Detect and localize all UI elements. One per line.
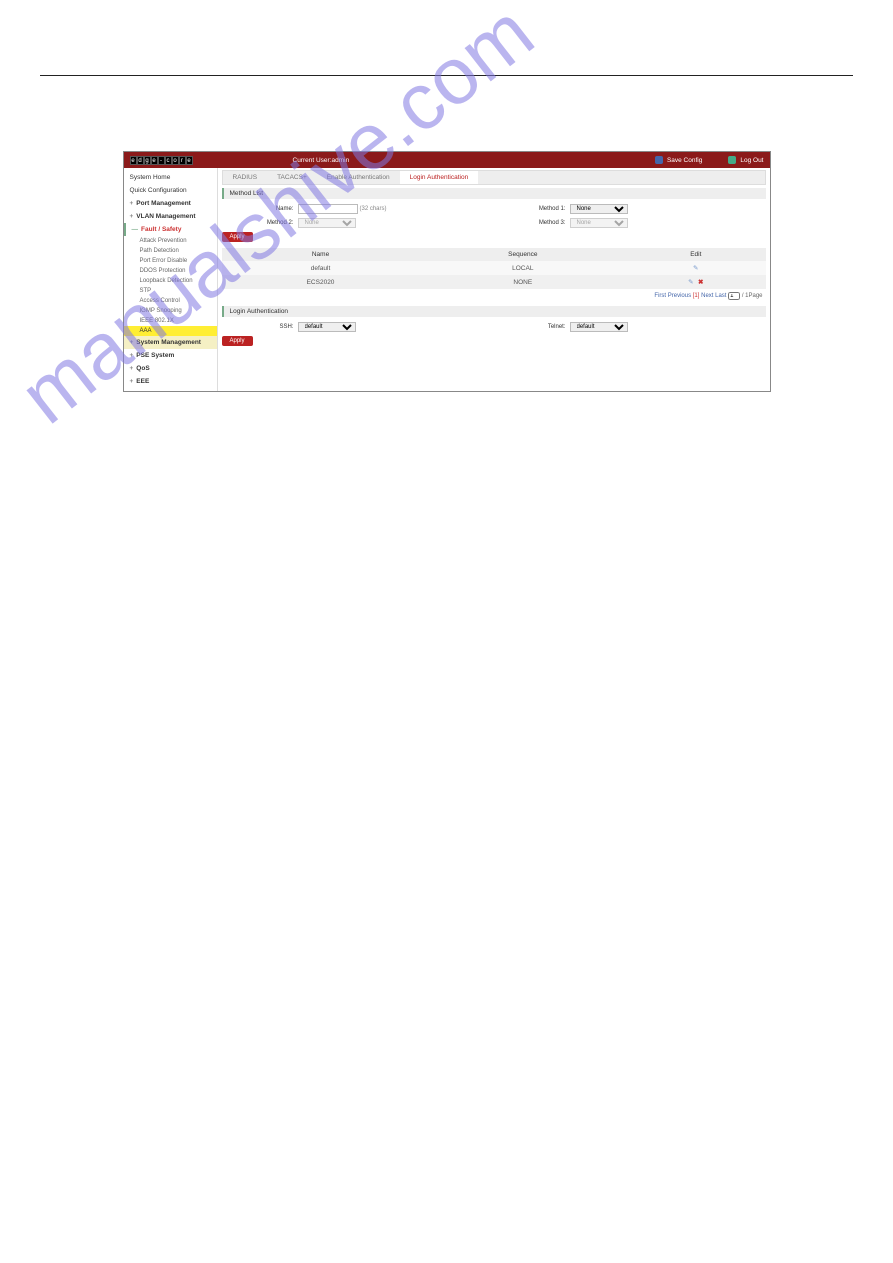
sidebar-item-qos[interactable]: +QoS	[124, 362, 217, 375]
th-name: Name	[222, 248, 420, 261]
edit-icon[interactable]: ✎	[692, 264, 700, 272]
tab-tacacs[interactable]: TACACS+	[267, 171, 317, 184]
logout-link[interactable]: Log Out	[740, 157, 763, 164]
select-method2: None	[298, 218, 356, 228]
sidebar: System Home Quick Configuration +Port Ma…	[124, 168, 218, 391]
sidebar-item-vlan-mgmt[interactable]: +VLAN Management	[124, 210, 217, 223]
brand-char: d	[137, 156, 144, 165]
main-panel: RADIUS TACACS+ Enable Authentication Log…	[218, 168, 770, 391]
sidebar-sub-stp[interactable]: STP	[124, 286, 217, 296]
pager-page-input[interactable]	[728, 292, 740, 300]
pager-last[interactable]: Last	[715, 293, 726, 299]
cell-sequence: NONE	[420, 275, 627, 289]
brand-char: -	[158, 156, 165, 165]
sidebar-sub-igmp-snooping[interactable]: IGMP Snooping	[124, 306, 217, 316]
cell-name: ECS2020	[222, 275, 420, 289]
brand-char: o	[172, 156, 179, 165]
pager-next[interactable]: Next	[701, 293, 713, 299]
th-sequence: Sequence	[420, 248, 627, 261]
label-method1: Method 1:	[494, 206, 570, 212]
table-row: ECS2020 NONE ✎ ✖	[222, 275, 766, 289]
sidebar-sub-port-error-disable[interactable]: Port Error Disable	[124, 256, 217, 266]
input-name[interactable]	[298, 204, 358, 214]
label-name: Name:	[222, 206, 298, 212]
edit-icon[interactable]: ✎	[687, 278, 695, 286]
current-user-label: Current User:admin	[293, 157, 350, 164]
pager-perpage: / 1Page	[742, 293, 763, 299]
sidebar-sub-access-control[interactable]: Access Control	[124, 296, 217, 306]
select-method3: None	[570, 218, 628, 228]
name-hint: (32 chars)	[360, 206, 387, 212]
section-method-list: Method List	[222, 188, 766, 199]
sidebar-item-eee[interactable]: +EEE	[124, 375, 217, 388]
cell-name: default	[222, 261, 420, 275]
section-login-auth: Login Authentication	[222, 306, 766, 317]
brand-char: g	[144, 156, 151, 165]
tab-enable-auth[interactable]: Enable Authentication	[317, 171, 400, 184]
select-method1[interactable]: None	[570, 204, 628, 214]
sidebar-item-system-mgmt[interactable]: +System Management	[124, 336, 217, 349]
label-method2: Method 2:	[222, 220, 298, 226]
sidebar-item-pse-system[interactable]: +PSE System	[124, 349, 217, 362]
method-list-table: Name Sequence Edit default LOCAL ✎ ECS20…	[222, 248, 766, 289]
apply-button-loginauth[interactable]: Apply	[222, 336, 253, 346]
pager-current: [1]	[693, 293, 700, 299]
brand-logo: e d g e - c o r e	[130, 156, 193, 165]
sidebar-item-system-home[interactable]: System Home	[124, 171, 217, 184]
label-method3: Method 3:	[494, 220, 570, 226]
select-telnet[interactable]: default	[570, 322, 628, 332]
brand-char: e	[151, 156, 158, 165]
tabs: RADIUS TACACS+ Enable Authentication Log…	[222, 170, 766, 185]
sidebar-item-port-mgmt[interactable]: +Port Management	[124, 197, 217, 210]
apply-button-methodlist[interactable]: Apply	[222, 232, 253, 242]
tab-radius[interactable]: RADIUS	[223, 171, 268, 184]
brand-char: e	[186, 156, 193, 165]
brand-char: e	[130, 156, 137, 165]
sidebar-sub-ddos-protection[interactable]: DDOS Protection	[124, 266, 217, 276]
sidebar-sub-aaa[interactable]: AAA	[124, 326, 217, 336]
pager-previous[interactable]: Previous	[668, 293, 691, 299]
sidebar-sub-loopback-detection[interactable]: Loopback Detection	[124, 276, 217, 286]
pager-first[interactable]: First	[654, 293, 666, 299]
sidebar-sub-path-detection[interactable]: Path Detection	[124, 246, 217, 256]
table-row: default LOCAL ✎	[222, 261, 766, 275]
label-telnet: Telnet:	[494, 324, 570, 330]
brand-char: c	[165, 156, 172, 165]
save-config-link[interactable]: Save Config	[667, 157, 702, 164]
label-ssh: SSH:	[222, 324, 298, 330]
sidebar-item-quick-config[interactable]: Quick Configuration	[124, 184, 217, 197]
sidebar-sub-ieee-8021x[interactable]: IEEE 802.1X	[124, 316, 217, 326]
save-icon	[655, 156, 663, 164]
logout-icon	[728, 156, 736, 164]
device-window: e d g e - c o r e Current User:admin Sav…	[123, 151, 771, 392]
tab-login-auth[interactable]: Login Authentication	[400, 171, 479, 184]
sidebar-sub-attack-prevention[interactable]: Attack Prevention	[124, 236, 217, 246]
brand-char: r	[179, 156, 186, 165]
top-header: e d g e - c o r e Current User:admin Sav…	[124, 152, 770, 168]
cell-sequence: LOCAL	[420, 261, 627, 275]
select-ssh[interactable]: default	[298, 322, 356, 332]
delete-icon[interactable]: ✖	[697, 278, 705, 286]
sidebar-item-fault-safety[interactable]: —Fault / Safety	[124, 223, 217, 236]
pager: First Previous [1] Next Last / 1Page	[222, 289, 766, 303]
th-edit: Edit	[626, 248, 765, 261]
